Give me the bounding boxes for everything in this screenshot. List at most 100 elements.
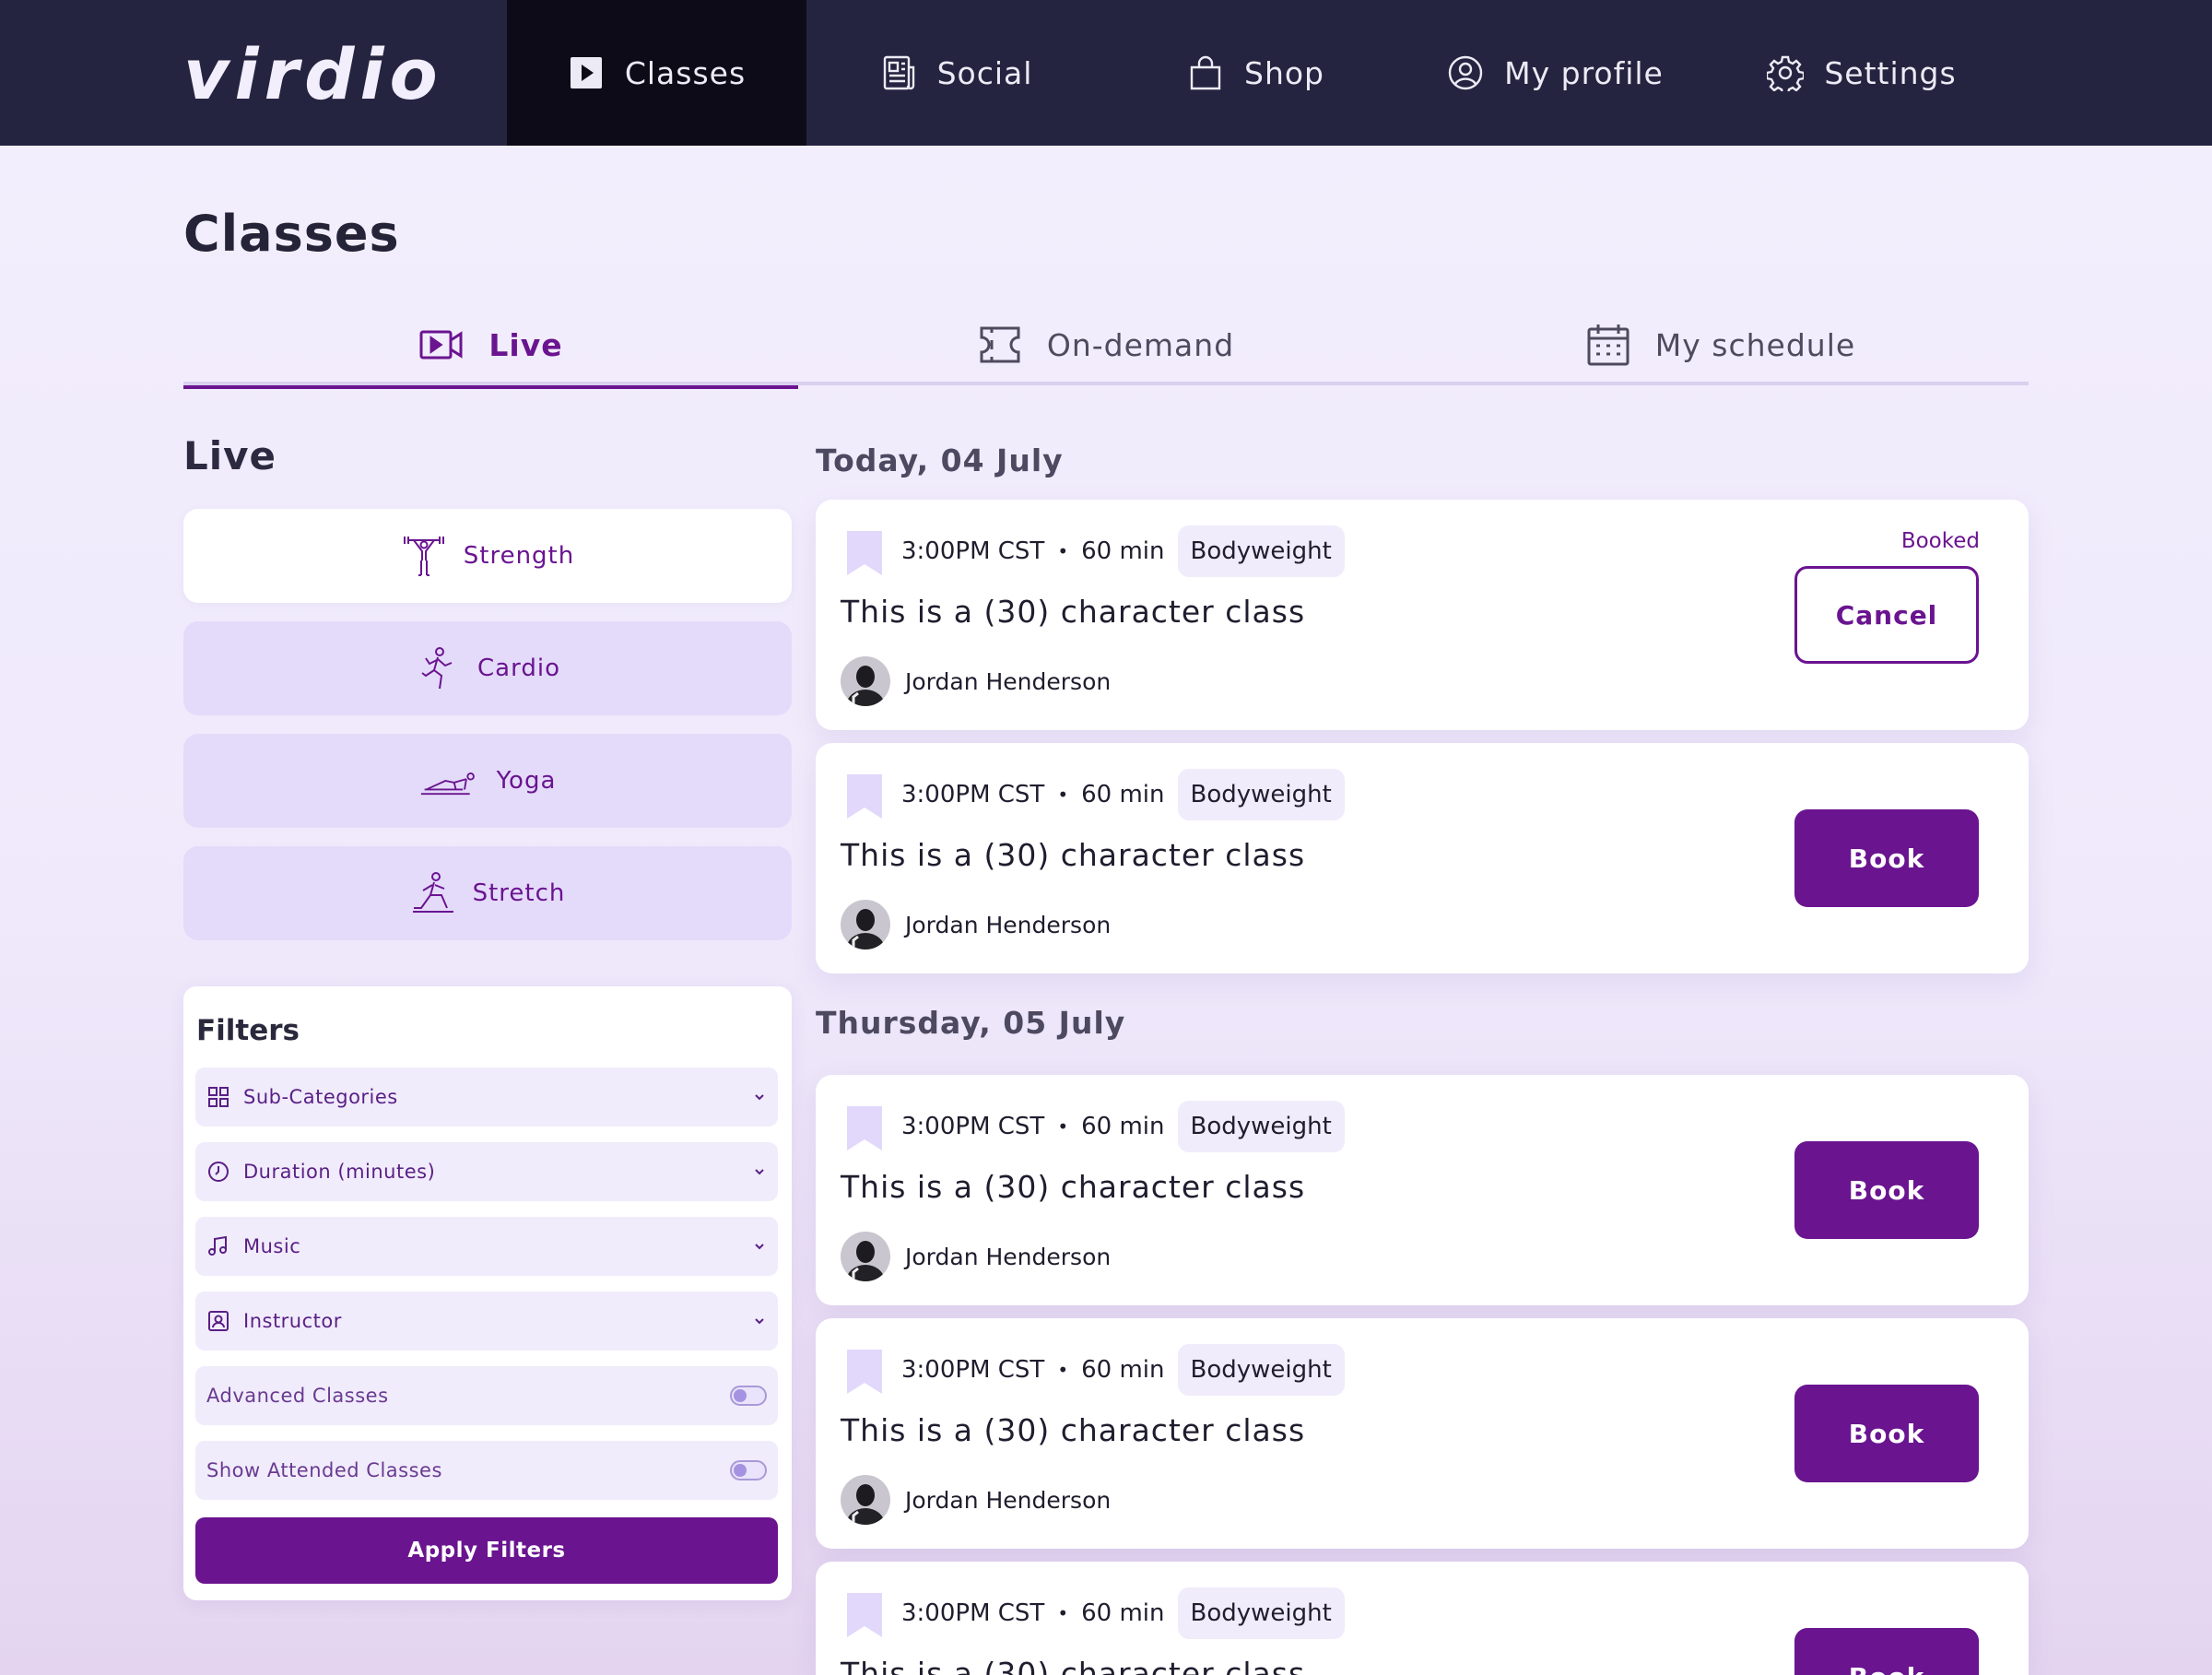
instructor-name: Jordan Henderson: [905, 1243, 1112, 1270]
instructor[interactable]: Jordan Henderson: [841, 656, 1111, 706]
apply-filters-button[interactable]: Apply Filters: [195, 1517, 778, 1584]
class-title[interactable]: This is a (30) character class: [841, 594, 1305, 630]
chevron-down-icon: [755, 1244, 764, 1250]
toggle-label: Advanced Classes: [206, 1385, 389, 1407]
class-duration: 60 min: [1081, 1113, 1165, 1140]
class-duration: 60 min: [1081, 1599, 1165, 1627]
tab-on-demand[interactable]: On-demand: [798, 304, 1413, 385]
instructor-name: Jordan Henderson: [905, 667, 1112, 695]
separator: •: [1057, 1602, 1069, 1624]
book-button[interactable]: Book: [1794, 1628, 1979, 1675]
class-title[interactable]: This is a (30) character class: [841, 1656, 1305, 1675]
class-duration: 60 min: [1081, 781, 1165, 808]
category-stretch-button[interactable]: Stretch: [183, 846, 792, 940]
music-note-icon: [208, 1235, 227, 1256]
instructor[interactable]: Jordan Henderson: [841, 1232, 1111, 1281]
nav-item-settings[interactable]: Settings: [1705, 0, 2018, 146]
advanced-classes-toggle[interactable]: [730, 1386, 767, 1406]
show-attended-toggle-row: Show Attended Classes: [195, 1441, 778, 1500]
nav-item-classes[interactable]: Classes: [507, 0, 806, 146]
class-type-tabs: Live On-demand My schedule: [183, 304, 2029, 389]
avatar: [841, 1232, 890, 1281]
book-button[interactable]: Book: [1794, 809, 1979, 907]
tab-live[interactable]: Live: [183, 304, 798, 389]
class-tag: Bodyweight: [1177, 1344, 1345, 1396]
class-tag: Bodyweight: [1177, 525, 1345, 577]
instructor[interactable]: Jordan Henderson: [841, 900, 1111, 950]
page-title: Classes: [183, 205, 400, 263]
class-title[interactable]: This is a (30) character class: [841, 837, 1305, 873]
class-tag: Bodyweight: [1177, 769, 1345, 820]
gear-icon: [1767, 55, 1805, 91]
toggle-label: Show Attended Classes: [206, 1459, 442, 1481]
class-tag: Bodyweight: [1177, 1587, 1345, 1639]
duration-dropdown[interactable]: Duration (minutes): [195, 1142, 778, 1201]
sidebar-title: Live: [183, 433, 277, 478]
filters-title: Filters: [196, 1014, 300, 1047]
tab-my-schedule[interactable]: My schedule: [1413, 304, 2028, 385]
nav-label: Shop: [1244, 54, 1324, 91]
class-card: 3:00PM CST • 60 min Bodyweight This is a…: [816, 500, 2029, 730]
cancel-button[interactable]: Cancel: [1794, 566, 1979, 664]
bookmark-icon[interactable]: [847, 531, 882, 575]
class-title[interactable]: This is a (30) character class: [841, 1412, 1305, 1448]
category-cardio-button[interactable]: Cardio: [183, 621, 792, 715]
class-card: 3:00PM CST • 60 min Bodyweight This is a…: [816, 743, 2029, 973]
nav-label: Classes: [624, 54, 747, 91]
category-yoga-button[interactable]: Yoga: [183, 734, 792, 828]
ticket-icon: [980, 326, 1020, 363]
avatar: [841, 1475, 890, 1525]
class-duration: 60 min: [1081, 537, 1165, 565]
bookmark-icon[interactable]: [847, 1106, 882, 1150]
video-icon: [419, 330, 463, 360]
class-time: 3:00PM CST: [901, 537, 1045, 565]
class-card: 3:00PM CST • 60 min Bodyweight This is a…: [816, 1075, 2029, 1305]
id-badge-icon: [208, 1311, 229, 1331]
grid-icon: [208, 1087, 229, 1107]
show-attended-toggle[interactable]: [730, 1460, 767, 1480]
instructor[interactable]: Jordan Henderson: [841, 1475, 1111, 1525]
bookmark-icon[interactable]: [847, 774, 882, 819]
advanced-classes-toggle-row: Advanced Classes: [195, 1366, 778, 1425]
book-button[interactable]: Book: [1794, 1385, 1979, 1482]
class-card: 3:00PM CST • 60 min Bodyweight This is a…: [816, 1318, 2029, 1549]
class-title[interactable]: This is a (30) character class: [841, 1169, 1305, 1205]
class-time: 3:00PM CST: [901, 1113, 1045, 1140]
separator: •: [1057, 540, 1069, 562]
yoga-pose-icon: [420, 773, 475, 796]
calendar-icon: [1587, 324, 1630, 366]
chevron-down-icon: [755, 1169, 764, 1175]
book-button[interactable]: Book: [1794, 1141, 1979, 1239]
nav-label: Settings: [1824, 54, 1957, 91]
nav-item-shop[interactable]: Shop: [1106, 0, 1406, 146]
instructor-name: Jordan Henderson: [905, 1486, 1112, 1514]
separator: •: [1057, 1115, 1069, 1138]
brand-logo[interactable]: virdio: [183, 33, 443, 115]
nav-item-social[interactable]: Social: [806, 0, 1106, 146]
class-time: 3:00PM CST: [901, 781, 1045, 808]
category-strength-button[interactable]: Strength: [183, 509, 792, 603]
class-time: 3:00PM CST: [901, 1356, 1045, 1384]
class-meta: 3:00PM CST • 60 min Bodyweight: [901, 1101, 1345, 1152]
nav-label: My profile: [1504, 54, 1664, 91]
avatar: [841, 656, 890, 706]
bookmark-icon[interactable]: [847, 1350, 882, 1394]
category-label: Cardio: [477, 655, 560, 682]
class-duration: 60 min: [1081, 1356, 1165, 1384]
class-meta: 3:00PM CST • 60 min Bodyweight: [901, 525, 1345, 577]
stretch-icon: [412, 872, 453, 913]
nav-item-my-profile[interactable]: My profile: [1406, 0, 1705, 146]
music-dropdown[interactable]: Music: [195, 1217, 778, 1276]
dropdown-label: Duration (minutes): [243, 1161, 436, 1183]
tab-label: On-demand: [1046, 326, 1235, 363]
filters-panel: Filters Sub-Categories Duration (minutes…: [183, 986, 792, 1600]
weightlifter-icon: [403, 537, 444, 576]
instructor-dropdown[interactable]: Instructor: [195, 1292, 778, 1351]
day-heading: Thursday, 05 July: [816, 1005, 1126, 1041]
sub-categories-dropdown[interactable]: Sub-Categories: [195, 1068, 778, 1126]
tab-label: Live: [488, 326, 563, 363]
chevron-down-icon: [755, 1094, 764, 1101]
runner-icon: [421, 647, 453, 690]
bookmark-icon[interactable]: [847, 1593, 882, 1637]
clock-icon: [208, 1162, 229, 1182]
